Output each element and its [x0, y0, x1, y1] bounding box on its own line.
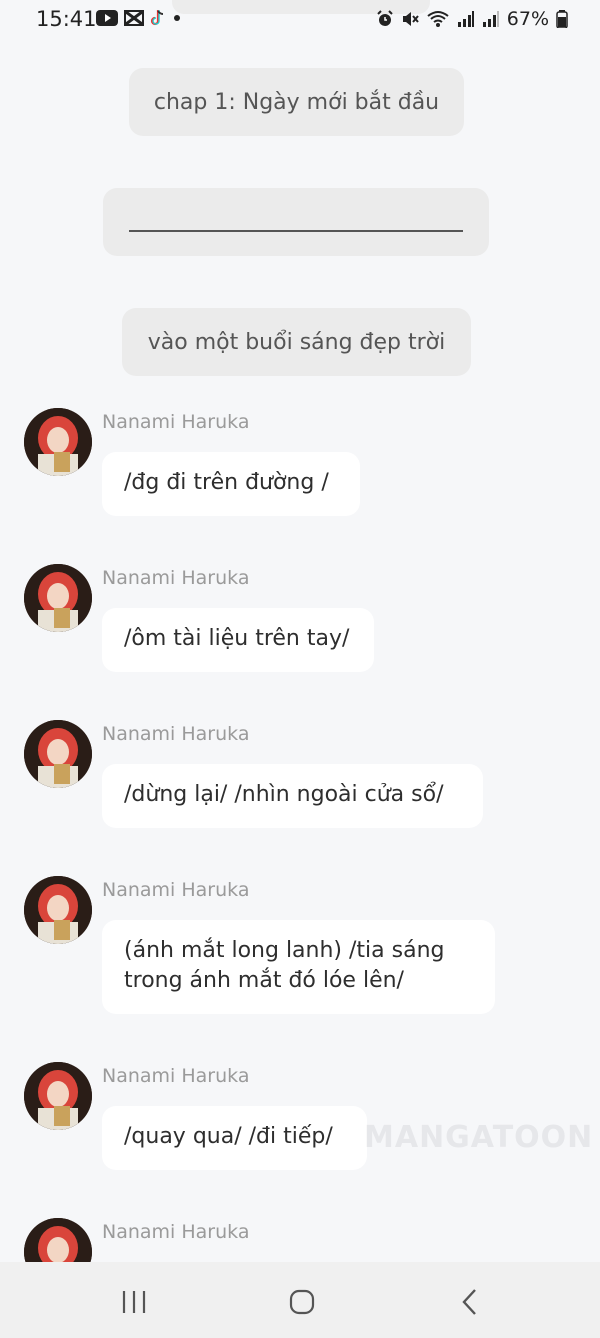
signal-icon — [457, 11, 474, 27]
home-icon — [289, 1289, 315, 1315]
message-bubble: /đg đi trên đường / — [102, 452, 360, 516]
status-bar: 15:41 67% — [0, 0, 600, 40]
status-system-icons: 67% — [376, 8, 568, 30]
narration-scene: vào một buổi sáng đẹp trời — [122, 308, 471, 376]
speaker-name: Nanami Haruka — [102, 1221, 250, 1243]
battery-percent: 67% — [506, 8, 549, 30]
avatar[interactable] — [24, 1062, 92, 1130]
back-icon — [462, 1289, 476, 1315]
home-button[interactable] — [282, 1284, 322, 1320]
speaker-name: Nanami Haruka — [102, 723, 250, 745]
mute-icon — [402, 12, 419, 26]
divider-line — [129, 230, 463, 232]
speaker-name: Nanami Haruka — [102, 567, 250, 589]
avatar[interactable] — [24, 720, 92, 788]
status-time: 15:41 — [36, 7, 97, 31]
battery-icon — [556, 10, 568, 28]
tiktok-icon — [150, 10, 164, 26]
message-bubble: /quay qua/ /đi tiếp/ — [102, 1106, 367, 1170]
speaker-name: Nanami Haruka — [102, 879, 250, 901]
status-notification-icons — [96, 9, 182, 27]
speaker-name: Nanami Haruka — [102, 1065, 250, 1087]
narration-text: vào một buổi sáng đẹp trời — [147, 329, 446, 355]
alarm-icon — [377, 10, 393, 26]
avatar[interactable] — [24, 564, 92, 632]
avatar[interactable] — [24, 876, 92, 944]
dot-icon — [174, 15, 180, 21]
capcut-icon — [124, 10, 144, 26]
youtube-icon — [96, 10, 118, 26]
message-bubble: (ánh mắt long lanh) /tia sáng trong ánh … — [102, 920, 495, 1014]
narration-chapter-title: chap 1: Ngày mới bắt đầu — [129, 68, 464, 136]
avatar[interactable] — [24, 408, 92, 476]
message-bubble: /ôm tài liệu trên tay/ — [102, 608, 374, 672]
recent-apps-icon — [122, 1291, 146, 1313]
back-button[interactable] — [450, 1284, 490, 1320]
signal-icon — [482, 11, 499, 27]
message-bubble: /dừng lại/ /nhìn ngoài cửa sổ/ — [102, 764, 483, 828]
wifi-icon — [427, 11, 449, 27]
recent-apps-button[interactable] — [114, 1284, 154, 1320]
narration-text: chap 1: Ngày mới bắt đầu — [153, 89, 440, 115]
watermark: MANGATOON — [364, 1120, 594, 1155]
speaker-name: Nanami Haruka — [102, 411, 250, 433]
narration-divider — [103, 188, 489, 256]
navigation-bar — [0, 1262, 600, 1338]
